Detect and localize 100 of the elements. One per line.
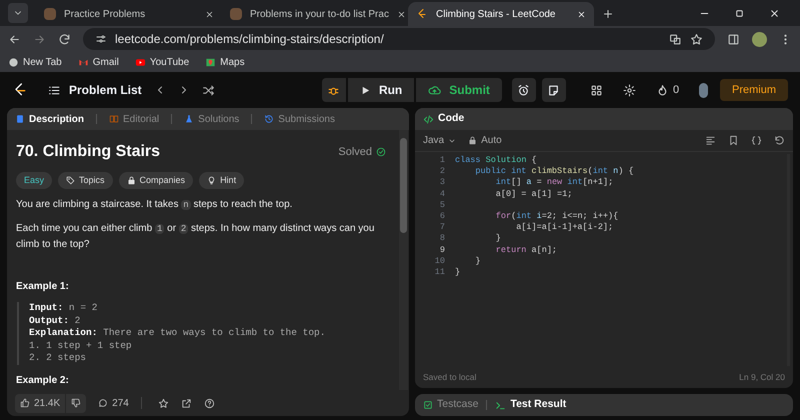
scrollbar-thumb[interactable] xyxy=(400,138,407,233)
example-heading: Example 1: xyxy=(16,280,70,294)
comments-button[interactable]: 274 xyxy=(98,396,129,410)
avatar[interactable] xyxy=(699,82,708,98)
tag-chip[interactable]: Companies xyxy=(118,172,194,189)
bookmark[interactable]: YouTube xyxy=(134,54,190,70)
line-number: 1 xyxy=(438,155,445,166)
code-line: a[0] = a[1] =1; xyxy=(494,188,574,200)
code-line: class Solution { xyxy=(455,155,538,166)
example-line: 1. 1 step + 1 step xyxy=(29,340,133,352)
flask-icon xyxy=(184,114,194,124)
alarm-clock-icon xyxy=(517,84,530,96)
line-number: 11 xyxy=(434,267,445,278)
help-icon[interactable] xyxy=(204,398,215,408)
run-button[interactable]: Run xyxy=(348,78,414,102)
example-line: Output: 2 xyxy=(29,314,82,327)
bookmark-icon[interactable] xyxy=(728,135,739,146)
problem-title: 70. Climbing Stairs xyxy=(16,142,160,162)
panel-tab[interactable]: Testcase xyxy=(423,397,478,413)
code-line: } xyxy=(494,233,502,244)
browser-tab[interactable]: Problems in your to-do list Prac xyxy=(222,2,408,26)
notes-button[interactable] xyxy=(542,78,566,102)
problem-list-button[interactable]: Problem List xyxy=(48,81,142,99)
shuffle-icon[interactable] xyxy=(202,84,215,96)
code-line: } xyxy=(455,266,462,278)
premium-button[interactable]: Premium xyxy=(720,79,788,101)
thumbs-down-icon xyxy=(71,398,82,408)
side-panel-icon[interactable] xyxy=(727,32,740,46)
map-icon xyxy=(205,56,216,68)
line-number: 9 xyxy=(438,244,445,256)
code-line: return a[n]; xyxy=(494,244,558,256)
address-bar[interactable]: leetcode.com/problems/climbing-stairs/description/ xyxy=(83,28,715,50)
bookmark[interactable]: Gmail xyxy=(78,54,119,70)
bookmark[interactable]: New Tab xyxy=(8,54,62,70)
tag-chip[interactable]: Hint xyxy=(199,172,244,189)
translate-icon[interactable] xyxy=(669,32,682,46)
lock-icon xyxy=(126,176,136,185)
cursor-position: Ln 9, Col 20 xyxy=(739,370,785,384)
checkbox-icon xyxy=(423,400,433,410)
speech-bubble-icon xyxy=(98,398,108,408)
plus-icon[interactable] xyxy=(602,8,614,20)
restore-icon[interactable] xyxy=(734,8,745,19)
star-icon[interactable] xyxy=(690,32,703,46)
braces-icon[interactable] xyxy=(751,135,762,146)
panel-tab[interactable]: Test Result xyxy=(495,397,566,413)
layout-grid-icon[interactable] xyxy=(590,84,603,96)
lightbulb-icon xyxy=(207,176,216,185)
panel-tab[interactable]: Submissions xyxy=(264,112,335,126)
favicon-icon xyxy=(230,8,242,20)
lock-icon xyxy=(468,136,478,145)
globe-icon xyxy=(8,56,19,68)
star-icon[interactable] xyxy=(158,398,169,408)
browser-tab[interactable]: Practice Problems xyxy=(36,2,222,26)
submit-button[interactable]: Submit xyxy=(416,78,502,102)
line-number: 6 xyxy=(438,211,445,222)
code-line: a[i]=a[i-1]+a[i-2]; xyxy=(515,222,614,234)
code-line: for(int i=2; i<=n; i++){ xyxy=(494,210,620,222)
solved-status: Solved xyxy=(338,144,386,160)
code-line: } xyxy=(474,256,482,267)
panel-tab[interactable]: Description xyxy=(15,112,84,126)
panel-tab[interactable]: Editorial xyxy=(109,112,160,126)
scrollbar[interactable] xyxy=(399,130,408,390)
favicon-icon xyxy=(44,8,56,20)
avatar[interactable] xyxy=(752,32,767,46)
debug-button[interactable] xyxy=(322,78,346,102)
settings-icon[interactable] xyxy=(622,84,636,96)
close-icon[interactable] xyxy=(769,8,780,19)
timer-button[interactable] xyxy=(512,78,536,102)
example-heading: Example 2: xyxy=(16,374,70,388)
format-icon[interactable] xyxy=(705,135,716,146)
tag-chip[interactable]: Topics xyxy=(58,172,113,189)
close-icon[interactable] xyxy=(205,10,214,18)
panel-tab[interactable]: Solutions xyxy=(184,112,240,126)
site-settings-icon[interactable] xyxy=(95,33,107,45)
streak-counter[interactable]: 0 xyxy=(656,82,680,98)
tag-icon xyxy=(66,176,76,185)
description-text: Each time you can either climb 1 or 2 steps. In how many distinct ways can you climb to the top? xyxy=(16,222,376,252)
bookmark[interactable]: Maps xyxy=(205,54,245,70)
reload-icon[interactable] xyxy=(58,32,71,46)
close-icon[interactable] xyxy=(396,10,406,18)
share-icon[interactable] xyxy=(180,398,192,408)
language-dropdown[interactable]: Java xyxy=(423,133,456,148)
note-icon xyxy=(547,84,560,96)
list-icon xyxy=(48,84,61,96)
history-icon xyxy=(264,114,274,124)
example-line: Explanation: There are two ways to climb to the top. xyxy=(29,327,326,340)
save-status: Saved to local xyxy=(423,370,476,384)
back-icon[interactable] xyxy=(8,32,21,46)
logo-icon xyxy=(416,8,428,20)
thumbs-up-icon xyxy=(20,398,30,408)
line-number: 7 xyxy=(438,222,445,234)
line-number: 3 xyxy=(438,177,445,189)
reset-icon[interactable] xyxy=(774,135,785,146)
doc-icon xyxy=(15,114,25,124)
line-number: 2 xyxy=(438,166,445,178)
difficulty-badge: Easy xyxy=(16,172,52,189)
flame-icon xyxy=(656,84,669,96)
browser-tab[interactable]: Climbing Stairs - LeetCode xyxy=(408,2,594,26)
forward-icon[interactable] xyxy=(33,32,46,46)
check-circle-icon xyxy=(376,147,386,157)
